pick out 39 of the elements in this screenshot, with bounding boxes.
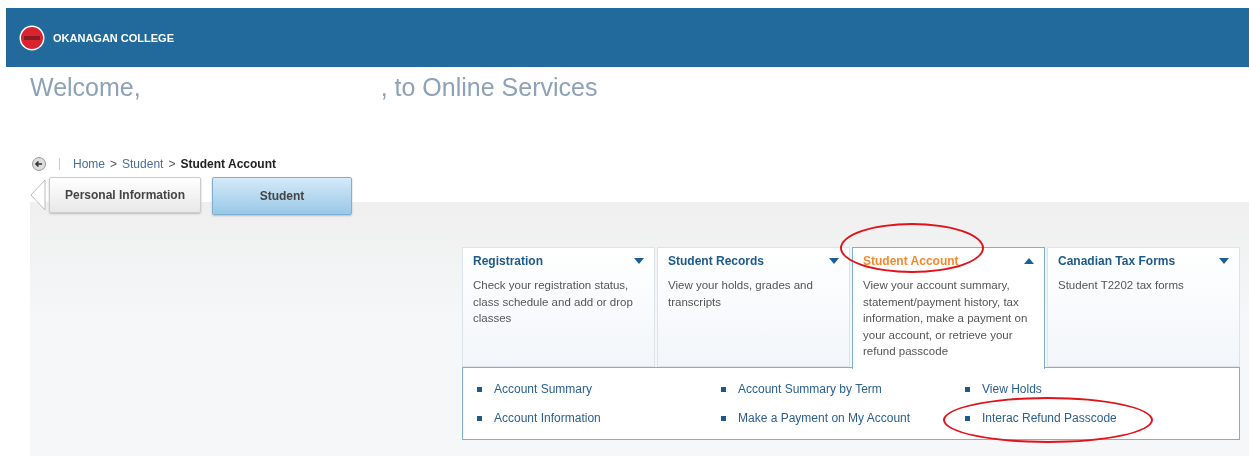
collapse-triangle-icon[interactable]	[1024, 258, 1034, 264]
breadcrumb-link[interactable]: Home	[73, 157, 105, 171]
bullet-icon	[965, 415, 970, 421]
breadcrumb-separator: >	[110, 157, 118, 171]
bullet-icon	[721, 415, 726, 421]
category-card[interactable]: Student Account View your account summary, statement/payment history, tax information, make a payment on your account, or retrieve your refund passcode	[852, 247, 1045, 369]
bullet-icon	[721, 386, 726, 392]
menu-link[interactable]: Account Summary by Term	[738, 382, 882, 396]
breadcrumb-link[interactable]: Student	[122, 157, 164, 171]
breadcrumb-current-text: Student Account	[180, 157, 276, 171]
tab[interactable]: Student	[212, 177, 353, 215]
expand-triangle-icon[interactable]	[634, 258, 644, 264]
tab[interactable]: Personal Information	[49, 177, 202, 213]
college-logo-icon	[19, 24, 45, 51]
bullet-icon	[477, 386, 482, 392]
menu-link[interactable]: Interac Refund Passcode	[982, 411, 1117, 425]
menu-link[interactable]: View Holds	[982, 382, 1042, 396]
welcome-text: , to Online Services	[380, 73, 598, 102]
menu-link[interactable]: Make a Payment on My Account	[738, 411, 911, 425]
breadcrumb-separator: >	[168, 157, 176, 171]
card-title[interactable]: Student Records	[668, 254, 764, 268]
bullet-icon	[965, 386, 970, 392]
category-card[interactable]: Canadian Tax Forms Student T2202 tax forms	[1047, 247, 1240, 367]
card-description: Student T2202 tax forms	[1058, 278, 1185, 293]
category-card[interactable]: Student Records View your holds, grades and transcripts	[657, 247, 850, 367]
bullet-icon	[477, 415, 482, 421]
menu-link[interactable]: Account Information	[494, 411, 601, 425]
college-name: OKANAGAN COLLEGE	[53, 31, 174, 44]
category-card[interactable]: Registration Check your registration status, class schedule and add or drop classes	[462, 247, 655, 367]
back-arrow-icon[interactable]	[32, 157, 46, 171]
card-description: Check your registration status, class schedule and add or drop classes	[473, 278, 634, 326]
card-title[interactable]: Registration	[473, 254, 543, 268]
expand-triangle-icon[interactable]	[1219, 258, 1229, 264]
expand-triangle-icon[interactable]	[829, 258, 839, 264]
card-description: View your account summary, statement/payment history, tax information, make a payment on your account, or retrieve your refund passcode	[863, 278, 1029, 359]
card-title[interactable]: Canadian Tax Forms	[1058, 254, 1176, 268]
card-description: View your holds, grades and transcripts	[668, 278, 814, 310]
menu-link[interactable]: Account Summary	[494, 382, 593, 396]
welcome-text: Welcome,	[30, 73, 141, 102]
